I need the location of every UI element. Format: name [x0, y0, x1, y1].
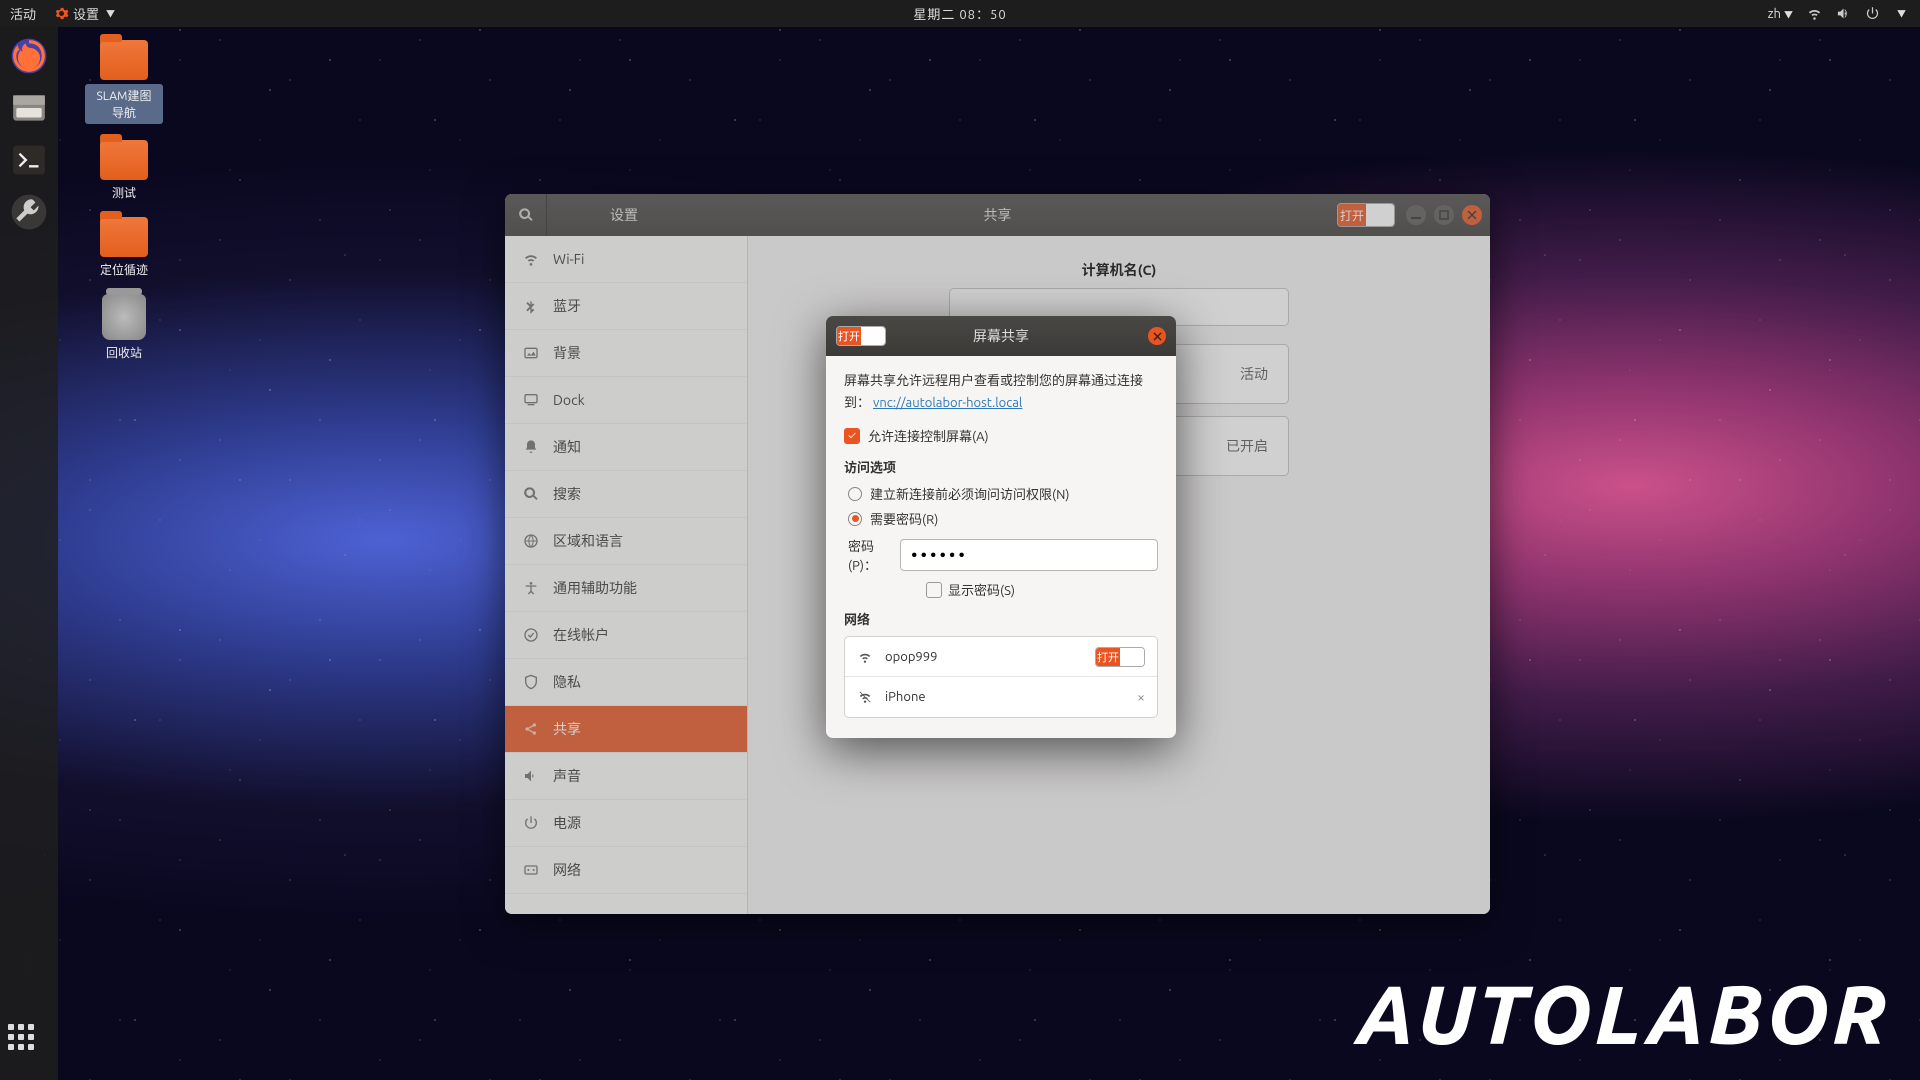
wrench-icon: [10, 193, 48, 231]
wifi-icon: [857, 650, 873, 664]
system-menu-chevron-icon[interactable]: ▼: [1897, 7, 1906, 20]
clock[interactable]: 星期二 08：50: [913, 4, 1006, 23]
dialog-master-switch[interactable]: 打开: [836, 326, 886, 346]
password-label: 密码(P)：: [848, 536, 890, 574]
desktop-icon-slam[interactable]: SLAM建图导航: [85, 40, 163, 124]
desktop-icons: SLAM建图导航 测试 定位循迹 回收站: [85, 40, 163, 361]
network-row-1[interactable]: iPhone×: [845, 677, 1157, 717]
network-row-0[interactable]: opop999打开: [845, 637, 1157, 677]
dialog-close-button[interactable]: [1148, 327, 1166, 345]
network-list: opop999打开iPhone×: [844, 636, 1158, 718]
dialog-title: 屏幕共享: [973, 326, 1029, 346]
wifi-icon[interactable]: [1807, 6, 1822, 21]
password-input[interactable]: [900, 539, 1158, 571]
dock-utility[interactable]: [6, 189, 52, 235]
desktop-icon-trash[interactable]: 回收站: [85, 294, 163, 361]
network-remove-button[interactable]: ×: [1137, 689, 1145, 705]
volume-icon[interactable]: [1836, 6, 1851, 21]
close-icon: [1153, 332, 1162, 341]
allow-control-checkbox[interactable]: ✓: [844, 428, 860, 444]
radio-ask-permission[interactable]: [848, 487, 862, 501]
dock: [0, 27, 58, 1080]
radio-ask-label: 建立新连接前必须询问访问权限(N): [870, 484, 1069, 503]
show-applications-button[interactable]: [8, 1024, 50, 1066]
app-menu-label: 设置: [73, 4, 99, 23]
chevron-down-icon: ▼: [106, 7, 115, 20]
desktop-icon-locate[interactable]: 定位循迹: [85, 217, 163, 278]
desktop-icon-test[interactable]: 测试: [85, 140, 163, 201]
network-switch[interactable]: 打开: [1095, 647, 1145, 667]
radio-password-label: 需要密码(R): [870, 509, 938, 528]
dock-firefox[interactable]: [6, 33, 52, 79]
settings-icon: [54, 6, 69, 21]
dock-terminal[interactable]: [6, 137, 52, 183]
dialog-titlebar: 打开 屏幕共享: [826, 316, 1176, 356]
input-method-indicator[interactable]: zh▼: [1768, 7, 1793, 21]
files-icon: [10, 89, 48, 127]
network-header: 网络: [844, 609, 1158, 628]
activities-button[interactable]: 活动: [10, 4, 36, 23]
radio-require-password[interactable]: [848, 512, 862, 526]
screen-sharing-dialog: 打开 屏幕共享 屏幕共享允许远程用户查看或控制您的屏幕通过连接到： vnc://…: [826, 316, 1176, 738]
dock-files[interactable]: [6, 85, 52, 131]
wallpaper-watermark: AUTOLABOR: [1356, 969, 1890, 1060]
app-menu[interactable]: 设置 ▼: [54, 4, 115, 23]
firefox-icon: [10, 37, 48, 75]
top-bar: 活动 设置 ▼ 星期二 08：50 zh▼ ▼: [0, 0, 1920, 27]
allow-control-label: 允许连接控制屏幕(A): [868, 426, 989, 445]
terminal-icon: [10, 141, 48, 179]
access-options-header: 访问选项: [844, 457, 1158, 476]
wifi-icon: [857, 690, 873, 704]
show-password-checkbox[interactable]: [926, 582, 942, 598]
show-password-label: 显示密码(S): [948, 580, 1015, 599]
vnc-link[interactable]: vnc://autolabor-host.local: [873, 396, 1022, 410]
power-icon[interactable]: [1865, 6, 1880, 21]
dialog-description: 屏幕共享允许远程用户查看或控制您的屏幕通过连接到： vnc://autolabo…: [844, 370, 1158, 414]
